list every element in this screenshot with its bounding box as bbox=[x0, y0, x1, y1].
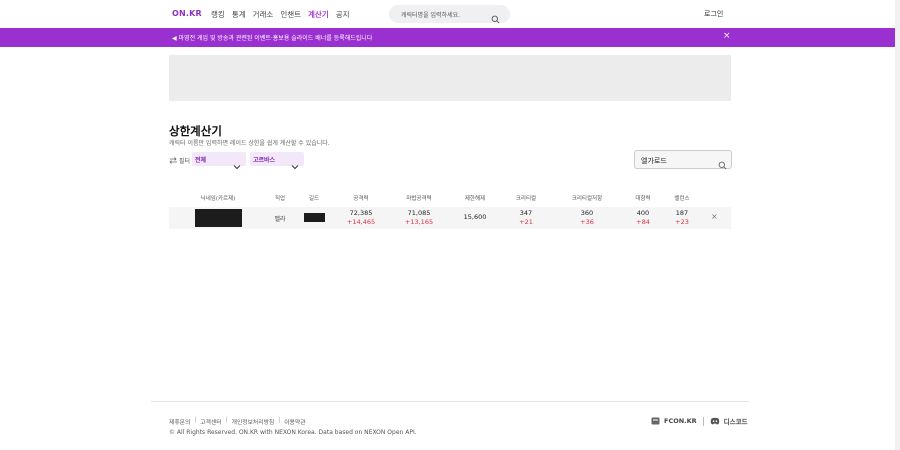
row-job: 벨라 bbox=[274, 216, 286, 223]
logo[interactable]: ON.KR bbox=[172, 9, 202, 18]
col-header-limit-release: 제한해제 bbox=[464, 196, 486, 202]
footer-link-support[interactable]: 고객센터 bbox=[200, 417, 221, 426]
footer-separator: | bbox=[225, 417, 228, 423]
footer-separator bbox=[702, 416, 704, 426]
guild-search-value: 엘가로드 bbox=[641, 157, 667, 165]
raid-filter-select[interactable]: 고르바스 bbox=[250, 152, 304, 170]
guild-redacted bbox=[304, 213, 325, 222]
cell-limit-release: 15,600 bbox=[464, 213, 487, 222]
remove-row-button[interactable]: × bbox=[711, 212, 718, 221]
limit-release-value: 15,600 bbox=[463, 213, 487, 221]
footer-separator: | bbox=[278, 417, 281, 423]
footer-link-privacy[interactable]: 개인정보처리방침 bbox=[232, 417, 275, 426]
cell-attack: 72,385 +14,465 bbox=[347, 209, 375, 227]
nav-item-stats[interactable]: 통계 bbox=[232, 9, 246, 20]
cell-critical: 347 +21 bbox=[519, 209, 533, 227]
search-icon[interactable] bbox=[718, 155, 727, 174]
resistance-value: 400 bbox=[636, 209, 650, 217]
attack-delta: +14,465 bbox=[346, 218, 376, 226]
nav-item-enchant[interactable]: 인챈트 bbox=[280, 9, 301, 20]
balance-delta: +23 bbox=[675, 218, 689, 226]
nickname-redacted bbox=[195, 209, 242, 227]
filter-label: 필터 bbox=[169, 156, 190, 165]
col-header-magic-attack: 마법공격력 bbox=[406, 196, 432, 202]
resistance-delta: +84 bbox=[636, 218, 650, 226]
cell-balance: 187 +23 bbox=[675, 209, 689, 227]
critical-value: 347 bbox=[519, 209, 533, 217]
search-icon[interactable] bbox=[491, 9, 500, 28]
search-placeholder: 캐릭터명을 입력하세요. bbox=[401, 12, 461, 19]
col-header-resistance: 대항력 bbox=[635, 196, 651, 202]
main-nav: 랭킹 통계 거래소 인챈트 계산기 공지 bbox=[211, 9, 350, 20]
guild-search-input[interactable]: 엘가로드 bbox=[634, 150, 732, 170]
col-header-critical: 크리티컬 bbox=[515, 196, 537, 202]
fcon-icon bbox=[651, 417, 660, 425]
banner-close-button[interactable]: × bbox=[723, 31, 731, 41]
filter-label-text: 필터 bbox=[179, 158, 191, 165]
chevron-down-icon bbox=[291, 155, 299, 174]
attack-value: 72,385 bbox=[349, 209, 373, 217]
footer-external-links: FCON.KR 디스코드 bbox=[651, 416, 748, 426]
cell-critical-resist: 360 +36 bbox=[580, 209, 594, 227]
col-header-job: 직업 bbox=[274, 196, 286, 202]
footer-links: 제휴문의 | 고객센터 | 개인정보처리방침 | 이용약관 bbox=[169, 417, 306, 426]
page-title: 상한계산기 bbox=[169, 124, 222, 138]
col-header-guild: 길드 bbox=[308, 196, 320, 202]
critical-resist-delta: +36 bbox=[580, 218, 594, 226]
nav-item-notice[interactable]: 공지 bbox=[336, 9, 350, 20]
col-header-attack: 공격력 bbox=[353, 196, 369, 202]
page: ON.KR 랭킹 통계 거래소 인챈트 계산기 공지 캐릭터명을 입력하세요. … bbox=[0, 0, 900, 450]
nav-item-calculator[interactable]: 계산기 bbox=[308, 9, 329, 20]
page-subtitle: 캐릭터 이름만 입력하면 레이드 상한을 쉽게 계산할 수 있습니다. bbox=[169, 140, 330, 147]
cell-resistance: 400 +84 bbox=[636, 209, 650, 227]
character-search-input[interactable]: 캐릭터명을 입력하세요. bbox=[389, 5, 510, 24]
filter-icon bbox=[169, 157, 177, 164]
footer-separator: | bbox=[194, 417, 197, 423]
nav-item-exchange[interactable]: 거래소 bbox=[253, 9, 274, 20]
col-header-nickname: 닉네임(카르제) bbox=[200, 196, 236, 202]
critical-delta: +21 bbox=[519, 218, 533, 226]
fcon-link[interactable]: FCON.KR bbox=[664, 417, 697, 425]
scrollbar[interactable] bbox=[895, 0, 900, 450]
magic-attack-delta: +13,165 bbox=[404, 218, 434, 226]
banner-text: ◀ 마영전 게임 및 방송과 관련된 이벤트·홍보용 슬라이드 배너를 등록해드… bbox=[172, 33, 372, 42]
chevron-down-icon bbox=[233, 155, 241, 174]
login-link[interactable]: 로그인 bbox=[704, 9, 723, 19]
magic-attack-value: 71,085 bbox=[407, 209, 431, 217]
banner-label: 마영전 게임 및 방송과 관련된 이벤트·홍보용 슬라이드 배너를 등록해드립니… bbox=[178, 35, 373, 42]
balance-value: 187 bbox=[675, 209, 689, 217]
ad-placeholder bbox=[169, 55, 731, 101]
nav-item-ranking[interactable]: 랭킹 bbox=[211, 9, 225, 20]
col-header-balance: 밸런스 bbox=[674, 196, 690, 202]
job-filter-select[interactable]: 전체 bbox=[192, 152, 246, 170]
footer-divider bbox=[151, 401, 749, 402]
critical-resist-value: 360 bbox=[580, 209, 594, 217]
copyright-text: © All Rights Reserved. ON.KR with NEXON … bbox=[169, 429, 417, 436]
promo-banner[interactable]: ◀ 마영전 게임 및 방송과 관련된 이벤트·홍보용 슬라이드 배너를 등록해드… bbox=[0, 28, 895, 47]
cell-magic-attack: 71,085 +13,165 bbox=[405, 209, 433, 227]
job-filter-value: 전체 bbox=[195, 157, 207, 164]
footer-link-partnership[interactable]: 제휴문의 bbox=[169, 417, 190, 426]
footer-link-terms[interactable]: 이용약관 bbox=[284, 417, 305, 426]
raid-filter-value: 고르바스 bbox=[253, 157, 276, 164]
discord-icon bbox=[710, 417, 719, 425]
header: ON.KR 랭킹 통계 거래소 인챈트 계산기 공지 캐릭터명을 입력하세요. … bbox=[0, 0, 895, 28]
discord-link[interactable]: 디스코드 bbox=[724, 416, 748, 426]
col-header-critical-resist: 크리티컬저항 bbox=[571, 196, 603, 202]
